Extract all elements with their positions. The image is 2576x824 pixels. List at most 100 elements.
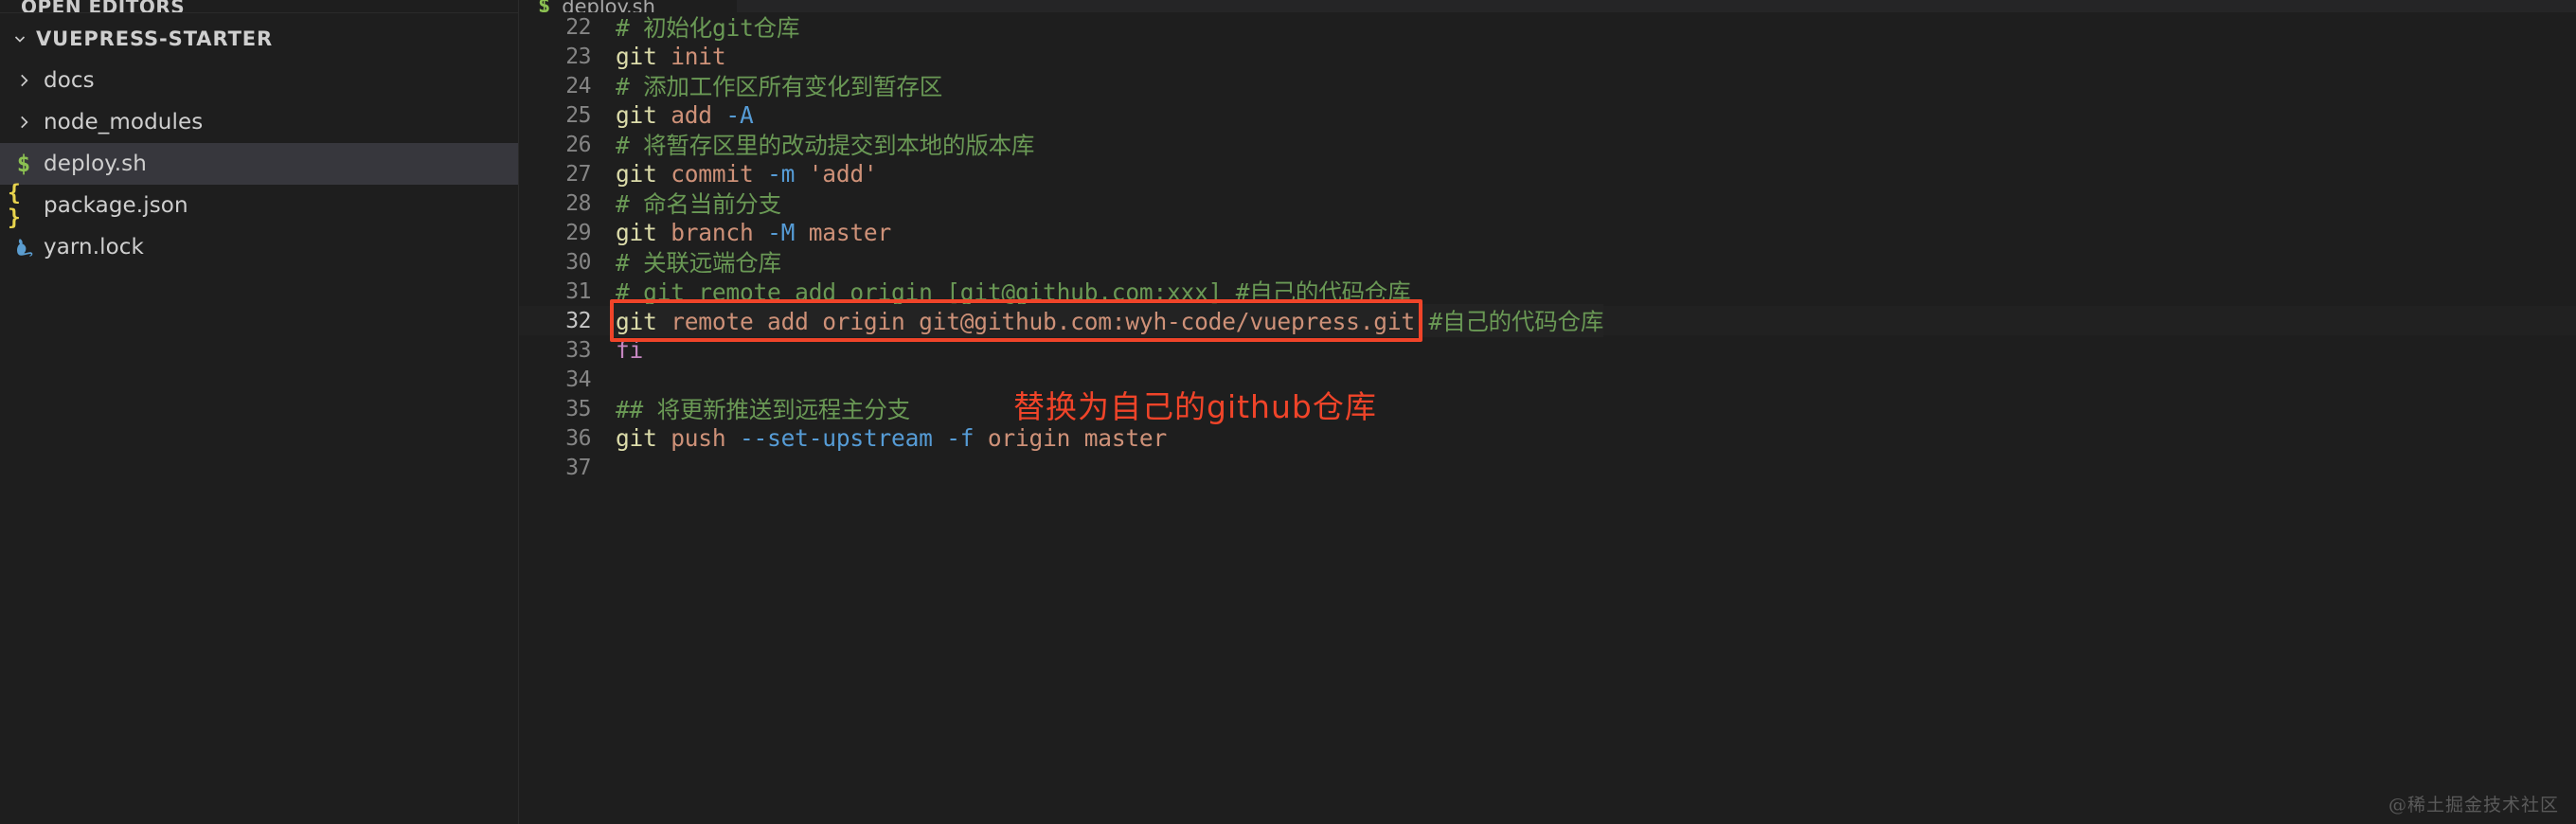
vscode-window: OPEN EDITORS VUEPRESS-STARTER docs node_… — [0, 0, 2576, 824]
code-token: git — [616, 424, 671, 452]
line-number: 22 — [565, 14, 591, 40]
shell-file-icon: $ — [16, 151, 31, 177]
code-line[interactable]: 37 — [519, 453, 2576, 482]
code-line[interactable]: 29 git branch -M master — [519, 218, 2576, 247]
code-token: init — [671, 43, 726, 70]
watermark: @稀土掘金技术社区 — [2388, 795, 2559, 815]
code-line-text: # git remote add origin [git@github.com:… — [612, 275, 1411, 308]
code-line[interactable]: 35 ## 将更新推送到远程主分支 — [519, 394, 2576, 423]
code-token: # git remote add origin [git@github.com:… — [616, 278, 1411, 306]
code-line[interactable]: 28 # 命名当前分支 — [519, 188, 2576, 218]
json-file-icon: { } — [8, 181, 21, 230]
tree-root-label: VUEPRESS-STARTER — [36, 27, 274, 50]
code-line[interactable]: 36 git push --set-upstream -f origin mast… — [519, 423, 2576, 453]
line-number: 26 — [565, 132, 591, 157]
line-number: 37 — [565, 455, 591, 480]
line-number: 36 — [565, 425, 591, 451]
code-line-text: git branch -M master — [612, 219, 891, 246]
chevron-right-icon[interactable] — [8, 114, 40, 131]
code-token: push — [671, 424, 740, 452]
tree-item-label: deploy.sh — [44, 152, 147, 176]
code-token: commit — [671, 160, 768, 188]
code-token: --set-upstream -f — [739, 424, 975, 452]
chevron-right-icon[interactable] — [8, 72, 40, 89]
code-line[interactable]: 33 fi — [519, 335, 2576, 365]
code-editor-content[interactable]: 22 # 初始化git仓库 23 git init 24 # 添加工作区所有变化到暂存区 2… — [519, 12, 2576, 824]
line-number: 29 — [565, 220, 591, 245]
code-line-text: # 命名当前分支 — [612, 187, 781, 220]
line-number: 25 — [565, 102, 591, 128]
shell-file-icon: $ — [538, 0, 551, 12]
code-line[interactable]: 25 git add -A — [519, 100, 2576, 130]
line-number: 28 — [565, 190, 591, 216]
code-line-text: git add -A — [612, 101, 754, 129]
code-line-text: # 初始化git仓库 — [612, 12, 799, 44]
chevron-down-icon[interactable] — [4, 31, 36, 46]
code-line-text: # 关联远端仓库 — [612, 245, 781, 278]
open-editors-header[interactable]: OPEN EDITORS — [0, 0, 519, 13]
file-tree: VUEPRESS-STARTER docs node_modules $ dep… — [0, 13, 519, 268]
code-token: #自己的代码仓库 — [1428, 308, 1604, 335]
code-token: git — [616, 101, 671, 129]
code-token: git — [616, 160, 671, 188]
editor-tab-strip: $ deploy.sh — [519, 0, 2576, 12]
line-number: 24 — [565, 73, 591, 99]
code-line-text: ## 将更新推送到远程主分支 — [612, 392, 910, 425]
line-number: 27 — [565, 161, 591, 187]
code-token: # 将暂存区里的改动提交到本地的版本库 — [616, 132, 1035, 159]
tree-item-node-modules[interactable]: node_modules — [0, 101, 519, 143]
code-line-text: fi — [612, 336, 643, 364]
editor-tab-deploy-sh[interactable]: $ deploy.sh — [519, 0, 737, 12]
code-token: -m — [767, 160, 796, 188]
code-token: git — [616, 219, 671, 246]
code-token: -M — [767, 219, 796, 246]
code-token: remote add origin git@github.com:wyh-cod… — [671, 308, 1415, 335]
line-number: 31 — [565, 278, 591, 304]
code-line[interactable]: 22 # 初始化git仓库 — [519, 12, 2576, 42]
code-line[interactable]: 24 # 添加工作区所有变化到暂存区 — [519, 71, 2576, 100]
code-token: # 初始化git仓库 — [616, 14, 800, 42]
line-number: 23 — [565, 44, 591, 69]
yarn-file-icon — [8, 235, 40, 260]
code-line[interactable]: 27 git commit -m 'add' — [519, 159, 2576, 188]
code-token: ## 将更新推送到远程主分支 — [616, 396, 910, 423]
code-token: # 添加工作区所有变化到暂存区 — [616, 73, 942, 100]
tree-item-label: yarn.lock — [44, 235, 144, 260]
tree-root-vuepress-starter[interactable]: VUEPRESS-STARTER — [0, 18, 519, 60]
code-line[interactable]: 26 # 将暂存区里的改动提交到本地的版本库 — [519, 130, 2576, 159]
code-line[interactable]: 31 # git remote add origin [git@github.co… — [519, 277, 2576, 306]
code-token: # 命名当前分支 — [616, 190, 781, 218]
tree-item-package-json[interactable]: { } package.json — [0, 181, 519, 230]
code-line-text: # 添加工作区所有变化到暂存区 — [612, 69, 942, 102]
code-token: master — [795, 219, 892, 246]
code-line[interactable]: 34 — [519, 365, 2576, 394]
code-token: origin master — [974, 424, 1168, 452]
code-token: branch — [671, 219, 768, 246]
code-line[interactable]: 23 git init — [519, 42, 2576, 71]
code-token: 'add' — [808, 160, 878, 188]
code-token: # 关联远端仓库 — [616, 249, 781, 277]
line-number: 30 — [565, 249, 591, 275]
tree-item-label: node_modules — [44, 110, 204, 134]
tree-item-docs[interactable]: docs — [0, 60, 519, 101]
line-number: 32 — [565, 308, 591, 333]
code-token: fi — [616, 336, 644, 364]
editor-pane: $ deploy.sh 22 # 初始化git仓库 23 git init 24 # 添加… — [519, 0, 2576, 824]
callout-text: 替换为自己的github仓库 — [1013, 388, 1377, 425]
code-token: -A — [725, 101, 754, 129]
editor-tab-label: deploy.sh — [562, 0, 655, 12]
line-number: 35 — [565, 396, 591, 421]
tree-item-yarn-lock[interactable]: yarn.lock — [0, 226, 519, 268]
code-line-text: git commit -m 'add' — [612, 160, 878, 188]
code-line[interactable]: 30 # 关联远端仓库 — [519, 247, 2576, 277]
open-editors-label: OPEN EDITORS — [21, 0, 186, 13]
tree-item-label: package.json — [44, 193, 188, 218]
tree-item-deploy-sh[interactable]: $ deploy.sh — [0, 143, 519, 185]
line-number: 33 — [565, 337, 591, 363]
code-line[interactable]: 32 git remote add origin git@github.com:w… — [519, 304, 2576, 337]
code-token: git — [616, 43, 671, 70]
tree-item-label: docs — [44, 68, 95, 93]
explorer-sidebar: OPEN EDITORS VUEPRESS-STARTER docs node_… — [0, 0, 519, 824]
